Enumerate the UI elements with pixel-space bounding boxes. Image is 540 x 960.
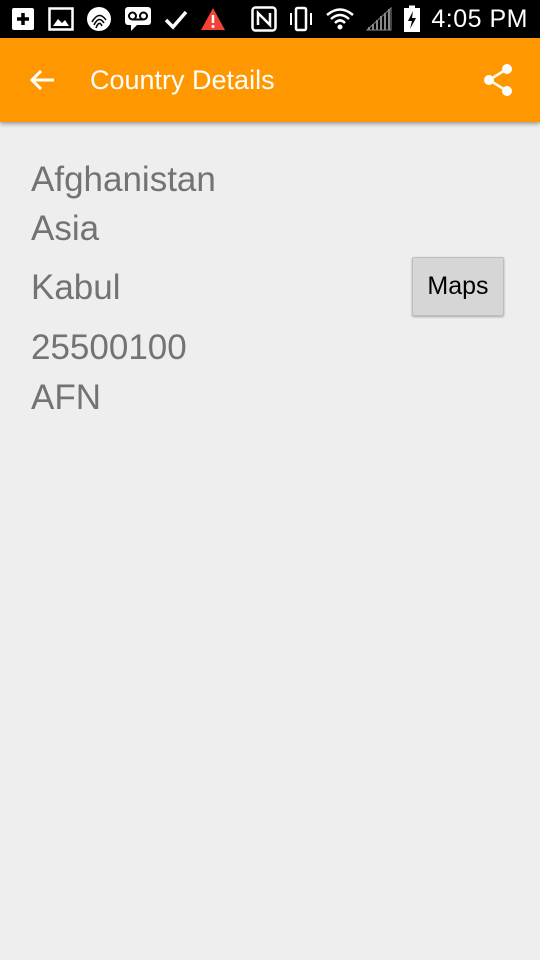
warning-icon	[200, 5, 226, 33]
image-icon	[48, 5, 74, 33]
country-capital: Kabul	[31, 268, 121, 307]
notification-icons	[0, 0, 226, 38]
back-button[interactable]	[0, 38, 84, 122]
country-details: Afghanistan Asia Kabul Maps 25500100 AFN	[0, 122, 540, 960]
share-icon	[484, 64, 512, 96]
clock: 4:05 PM	[431, 4, 528, 33]
country-population: 25500100	[31, 328, 187, 367]
signal-icon	[365, 5, 393, 33]
vibrate-icon	[287, 5, 315, 33]
status-bar: 4:05 PM	[0, 0, 540, 38]
system-icons: 4:05 PM	[251, 0, 540, 38]
add-box-icon	[10, 5, 36, 33]
battery-charging-icon	[403, 5, 421, 33]
fingerprint-icon	[86, 5, 112, 33]
country-currency: AFN	[31, 378, 101, 417]
arrow-back-icon	[29, 69, 54, 91]
page-title: Country Details	[90, 64, 275, 95]
wifi-icon	[325, 5, 355, 33]
check-icon	[164, 5, 188, 33]
country-region: Asia	[31, 209, 100, 248]
app-bar: Country Details	[0, 38, 540, 122]
country-name: Afghanistan	[31, 160, 216, 199]
maps-button[interactable]: Maps	[412, 257, 504, 316]
voicemail-icon	[124, 5, 152, 33]
share-button[interactable]	[456, 38, 540, 122]
nfc-icon	[251, 5, 278, 33]
